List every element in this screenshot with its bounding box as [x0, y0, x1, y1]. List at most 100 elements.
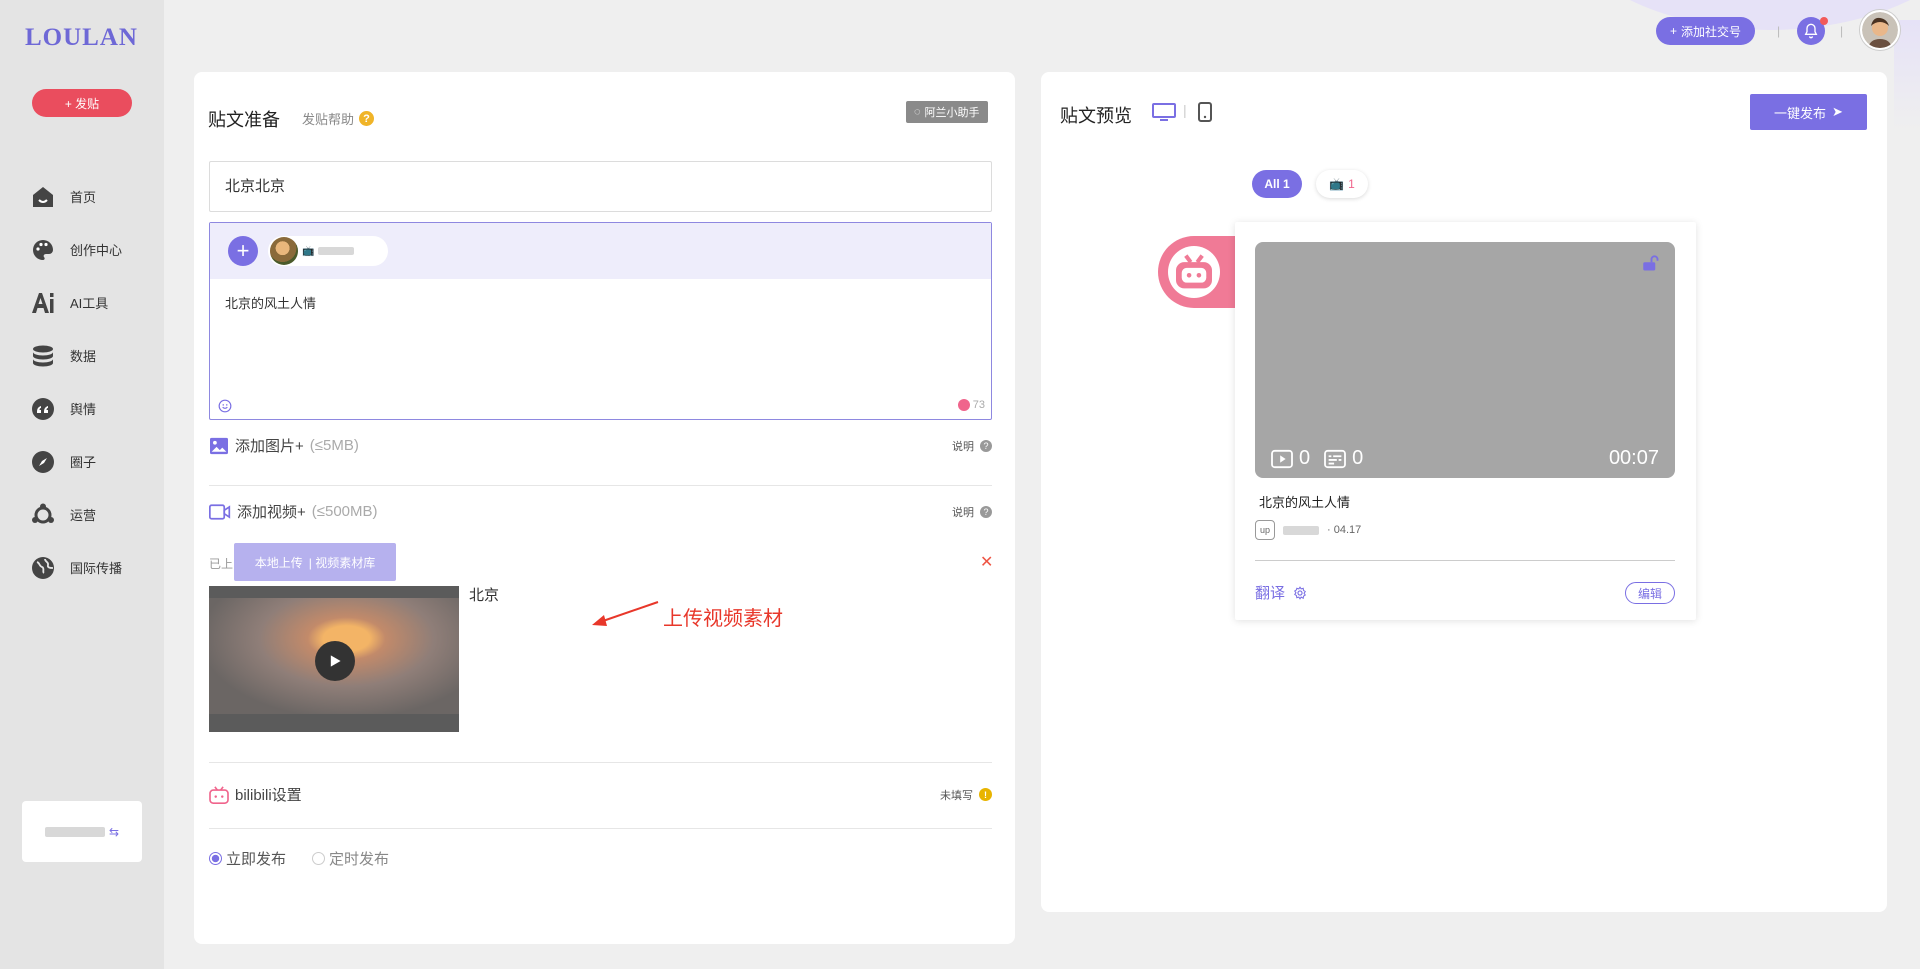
send-icon: ➤: [1832, 104, 1843, 119]
palette-icon: [30, 237, 56, 263]
topbar-divider: |: [1777, 24, 1781, 38]
sidebar-item-operations[interactable]: 运营: [30, 488, 122, 541]
bilibili-count: 1: [1348, 177, 1355, 191]
video-duration: 00:07: [1608, 447, 1659, 469]
new-post-button[interactable]: + 发贴: [32, 89, 132, 117]
uploaded-label: 已上: [209, 557, 234, 571]
question-icon: ?: [980, 439, 992, 452]
desktop-icon[interactable]: [1152, 102, 1176, 122]
video-library-option[interactable]: | 视频素材库: [309, 554, 375, 571]
sidebar-item-label: AI工具: [70, 296, 109, 311]
user-avatar[interactable]: [1860, 10, 1900, 50]
help-label: 发贴帮助: [302, 112, 355, 127]
post-title-input[interactable]: 北京北京: [209, 161, 992, 212]
divider: [209, 485, 992, 486]
unfilled-label: 未填写: [940, 789, 973, 802]
account-name-blurred: [44, 826, 105, 837]
account-switcher[interactable]: ⇆: [22, 801, 142, 862]
add-image-button[interactable]: 添加图片+: [235, 435, 304, 456]
operations-icon: [30, 502, 56, 528]
divider: [209, 828, 992, 829]
app-logo: LOULAN: [25, 24, 138, 51]
play-count: 0: [1271, 447, 1310, 470]
preview-panel: 贴文预览 | 一键发布 ➤ All 1 📺 1 0 0 00:07 北京的风土人…: [1041, 72, 1887, 912]
sidebar-item-label: 运营: [70, 508, 97, 523]
sidebar-nav: 首页 创作中心 AI工具 数据 舆情 圈子 运营 国际传播: [30, 170, 122, 594]
filter-all-tab[interactable]: All 1: [1252, 170, 1302, 198]
sidebar-item-label: 圈子: [70, 455, 97, 470]
schedule-publish-radio[interactable]: 定时发布: [312, 848, 389, 869]
add-account-button[interactable]: +: [228, 236, 258, 266]
publish-now-label: 立即发布: [226, 851, 287, 868]
video-thumbnail[interactable]: [209, 586, 459, 732]
radio-checked: [209, 852, 222, 865]
edit-button[interactable]: 编辑: [1625, 582, 1675, 604]
note-label: 说明: [952, 506, 974, 519]
translate-button[interactable]: 翻译: [1255, 582, 1307, 603]
uploader-name-blurred: [1283, 525, 1319, 535]
video-size-limit: (≤500MB): [311, 503, 378, 520]
bilibili-settings-row[interactable]: bilibili设置 未填写!: [209, 784, 992, 805]
radio-unchecked: [312, 852, 326, 865]
post-help-link[interactable]: 发贴帮助 ?: [302, 109, 375, 128]
note-label: 说明: [952, 440, 974, 453]
gear-icon[interactable]: [1293, 585, 1307, 600]
filter-bilibili-tab[interactable]: 📺 1: [1316, 170, 1368, 198]
post-preview-card: 0 0 00:07 北京的风土人情 up · 04.17 翻译 编辑: [1235, 222, 1696, 620]
card-title: 北京的风土人情: [1259, 495, 1351, 510]
danmaku-icon: [1324, 449, 1347, 468]
question-icon: ?: [359, 111, 375, 126]
ai-icon: [30, 290, 56, 316]
add-video-button[interactable]: 添加视频+: [237, 501, 306, 522]
video-note[interactable]: 说明?: [952, 504, 992, 520]
image-icon: [210, 437, 228, 454]
add-social-account-button[interactable]: + 添加社交号: [1656, 17, 1756, 45]
play-icon[interactable]: [315, 641, 355, 681]
mobile-icon[interactable]: [1198, 102, 1212, 122]
add-video-row: 添加视频+ (≤500MB) 说明?: [209, 501, 992, 522]
local-upload-option[interactable]: 本地上传: [255, 554, 303, 571]
preview-video[interactable]: 0 0 00:07: [1255, 242, 1675, 478]
video-stats: 0 0: [1271, 447, 1363, 470]
bilibili-platform-tab[interactable]: [1158, 236, 1238, 308]
image-note[interactable]: 说明?: [952, 438, 992, 454]
annotation-arrow: [592, 601, 659, 626]
sidebar-item-label: 首页: [70, 190, 97, 205]
unlock-icon[interactable]: [1641, 254, 1659, 272]
comment-count: 0: [1324, 447, 1363, 470]
assistant-button[interactable]: ◌ 阿兰小助手: [906, 101, 988, 123]
bell-icon: [1804, 23, 1818, 39]
account-name-blurred: [318, 247, 355, 255]
sidebar-item-label: 舆情: [70, 402, 97, 417]
notification-dot: [1820, 17, 1828, 25]
post-editor[interactable]: + 📺 北京的风土人情 73: [209, 222, 992, 420]
selected-account-chip[interactable]: 📺: [268, 236, 388, 266]
sidebar-item-data[interactable]: 数据: [30, 329, 122, 382]
publish-mode: 立即发布 定时发布: [209, 848, 389, 869]
one-click-publish-button[interactable]: 一键发布 ➤: [1750, 94, 1867, 130]
sidebar-item-circle[interactable]: 圈子: [30, 435, 122, 488]
bilibili-icon: 📺: [1329, 177, 1345, 191]
sidebar-item-home[interactable]: 首页: [30, 170, 122, 223]
add-social-label: 添加社交号: [1681, 24, 1742, 39]
remove-video-icon[interactable]: ✕: [980, 552, 993, 572]
sidebar-item-label: 国际传播: [70, 561, 123, 576]
sidebar-item-ai-tools[interactable]: AI工具: [30, 276, 122, 329]
chat-icon: ◌: [914, 106, 921, 118]
comment-count-value: 0: [1352, 447, 1364, 469]
publish-now-radio[interactable]: 立即发布: [209, 848, 286, 869]
sidebar-item-intl[interactable]: 国际传播: [30, 541, 122, 594]
video-name: 北京: [469, 587, 500, 604]
post-body-text[interactable]: 北京的风土人情: [225, 293, 316, 312]
bilibili-settings-label: bilibili设置: [235, 787, 302, 804]
emoji-icon[interactable]: [218, 399, 232, 416]
sidebar: LOULAN + 发贴 首页 创作中心 AI工具 数据 舆情 圈子 运营 国际传…: [0, 0, 164, 969]
bilibili-icon: [957, 399, 970, 411]
sidebar-item-creation[interactable]: 创作中心: [30, 223, 122, 276]
sidebar-item-sentiment[interactable]: 舆情: [30, 382, 122, 435]
account-selector-bar: + 📺: [210, 223, 991, 279]
home-icon: [30, 184, 56, 210]
annotation-text: 上传视频素材: [663, 608, 783, 630]
compass-icon: [30, 449, 56, 475]
device-divider: |: [1183, 102, 1187, 118]
